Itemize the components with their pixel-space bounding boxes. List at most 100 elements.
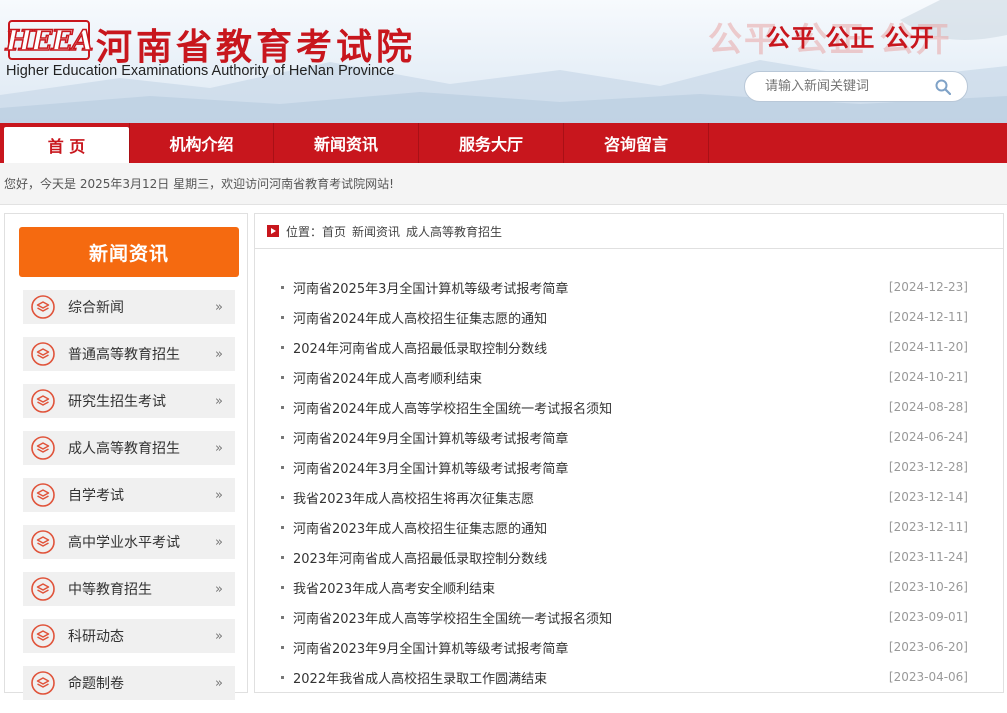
double-chevron-right-icon: » [215,534,223,550]
layers-icon [31,577,55,601]
breadcrumb-current[interactable]: 成人高等教育招生 [406,223,502,240]
breadcrumb-prefix: 位置： [286,224,323,239]
news-title-link[interactable]: 河南省2023年成人高等学校招生全国统一考试报名须知 [293,608,612,627]
main-nav: 首 页 机构介绍 新闻资讯 服务大厅 咨询留言 [0,123,1007,163]
bullet-icon [281,675,284,679]
sidebar-item[interactable]: 科研动态 » [23,619,235,653]
double-chevron-right-icon: » [215,393,223,409]
sidebar-list: 综合新闻» 普通高等教育招生» 研究生招生考试» 成人高等教育招生» 自学考试» 高中学业… [23,290,235,713]
news-date: [2024-12-11] [888,310,968,324]
news-title-link[interactable]: 河南省2025年3月全国计算机等级考试报考简章 [293,278,568,297]
site-title-en: Higher Education Examinations Authority … [6,63,395,79]
news-title-link[interactable]: 我省2023年成人高校招生将再次征集志愿 [293,488,534,507]
news-item: 我省2023年成人高校招生将再次征集志愿 [2023-12-14] [281,482,971,512]
news-title-link[interactable]: 河南省2024年9月全国计算机等级考试报考简章 [293,428,568,447]
news-item: 河南省2024年9月全国计算机等级考试报考简章 [2024-06-24] [281,422,971,452]
bullet-icon [281,645,284,649]
news-item: 河南省2023年成人高等学校招生全国统一考试报名须知 [2023-09-01] [281,602,971,632]
bullet-icon [281,495,284,499]
layers-icon [31,342,55,366]
news-item: 2024年河南省成人高招最低录取控制分数线 [2024-11-20] [281,332,971,362]
nav-consult[interactable]: 咨询留言 [564,123,709,163]
double-chevron-right-icon: » [215,346,223,362]
sidebar-item[interactable]: 中等教育招生 » [23,572,235,606]
sidebar-item-label: 成人高等教育招生 [68,441,180,457]
news-title-link[interactable]: 我省2023年成人高考安全顺利结束 [293,578,495,597]
double-chevron-right-icon: » [215,299,223,315]
news-item: 河南省2023年成人高校招生征集志愿的通知 [2023-12-11] [281,512,971,542]
double-chevron-right-icon: » [215,581,223,597]
double-chevron-right-icon: » [215,628,223,644]
search-box [744,71,968,102]
news-title-link[interactable]: 河南省2023年9月全国计算机等级考试报考简章 [293,638,568,657]
logo-text: HEEA [5,23,94,58]
sidebar-item-label: 自学考试 [68,488,124,504]
news-date: [2023-06-20] [888,640,968,654]
bullet-icon [281,285,284,289]
double-chevron-right-icon: » [215,675,223,691]
bullet-icon [281,315,284,319]
news-item: 河南省2024年3月全国计算机等级考试报考简章 [2023-12-28] [281,452,971,482]
news-item: 我省2023年成人高考安全顺利结束 [2023-10-26] [281,572,971,602]
bullet-icon [281,375,284,379]
news-date: [2024-08-28] [888,400,968,414]
news-item: 2023年河南省成人高招最低录取控制分数线 [2023-11-24] [281,542,971,572]
double-chevron-right-icon: » [215,487,223,503]
sidebar-item[interactable]: 综合新闻 » [23,290,235,324]
news-date: [2024-10-21] [888,370,968,384]
layers-icon [31,295,55,319]
news-date: [2024-12-23] [888,280,968,294]
nav-services[interactable]: 服务大厅 [419,123,564,163]
sidebar-item[interactable]: 命题制卷 » [23,666,235,700]
sidebar: 新闻资讯 综合新闻» 普通高等教育招生» 研究生招生考试» 成人高等教育招生» 自学考试… [4,213,248,700]
layers-icon [31,436,55,460]
sidebar-item[interactable]: 研究生招生考试 » [23,384,235,418]
layers-icon [31,624,55,648]
news-title-link[interactable]: 河南省2024年成人高校招生征集志愿的通知 [293,308,547,327]
news-date: [2023-04-06] [888,670,968,684]
news-item: 河南省2024年成人高考顺利结束 [2024-10-21] [281,362,971,392]
sidebar-item-label: 研究生招生考试 [68,394,166,410]
bullet-icon [281,585,284,589]
layers-icon [31,483,55,507]
sidebar-item[interactable]: 高中学业水平考试 » [23,525,235,559]
layers-icon [31,389,55,413]
news-item: 河南省2023年9月全国计算机等级考试报考简章 [2023-06-20] [281,632,971,662]
news-title-link[interactable]: 河南省2023年成人高校招生征集志愿的通知 [293,518,547,537]
welcome-bar: 您好，今天是 2025年3月12日 星期三，欢迎访问河南省教育考试院网站! [0,163,1007,205]
sidebar-item-label: 科研动态 [68,629,124,645]
sidebar-item[interactable]: 成人高等教育招生 » [23,431,235,465]
sidebar-item[interactable]: 自学考试 » [23,478,235,512]
bullet-icon [281,345,284,349]
search-input[interactable] [765,79,935,94]
breadcrumb: 位置： 首页 新闻资讯 成人高等教育招生 [255,214,1003,249]
sidebar-item-label: 高中学业水平考试 [68,535,180,551]
nav-about[interactable]: 机构介绍 [129,123,274,163]
news-title-link[interactable]: 2023年河南省成人高招最低录取控制分数线 [293,548,547,567]
news-title-link[interactable]: 河南省2024年成人高考顺利结束 [293,368,482,387]
news-date: [2023-12-14] [888,490,968,504]
news-list: 河南省2025年3月全国计算机等级考试报考简章 [2024-12-23] 河南省20… [281,272,971,692]
news-title-link[interactable]: 河南省2024年3月全国计算机等级考试报考简章 [293,458,568,477]
logo[interactable]: HEEA [5,20,94,60]
news-date: [2023-11-24] [888,550,968,564]
nav-news[interactable]: 新闻资讯 [274,123,419,163]
sidebar-heading: 新闻资讯 [19,227,239,277]
sidebar-item-label: 综合新闻 [68,300,124,316]
sidebar-item[interactable]: 普通高等教育招生 » [23,337,235,371]
double-chevron-right-icon: » [215,440,223,456]
search-icon[interactable] [935,79,951,95]
bullet-icon [281,555,284,559]
layers-icon [31,671,55,695]
news-date: [2024-06-24] [888,430,968,444]
news-date: [2023-12-11] [888,520,968,534]
breadcrumb-marker-icon [267,225,279,237]
breadcrumb-home[interactable]: 首页 [322,223,346,240]
breadcrumb-news[interactable]: 新闻资讯 [352,223,400,240]
news-title-link[interactable]: 2024年河南省成人高招最低录取控制分数线 [293,338,547,357]
sidebar-item-label: 中等教育招生 [68,582,152,598]
sidebar-item-label: 普通高等教育招生 [68,347,180,363]
main-content: 位置： 首页 新闻资讯 成人高等教育招生 河南省2025年3月全国计算机等级考试… [254,213,1004,693]
nav-home[interactable]: 首 页 [4,127,129,163]
news-title-link[interactable]: 河南省2024年成人高等学校招生全国统一考试报名须知 [293,398,612,417]
